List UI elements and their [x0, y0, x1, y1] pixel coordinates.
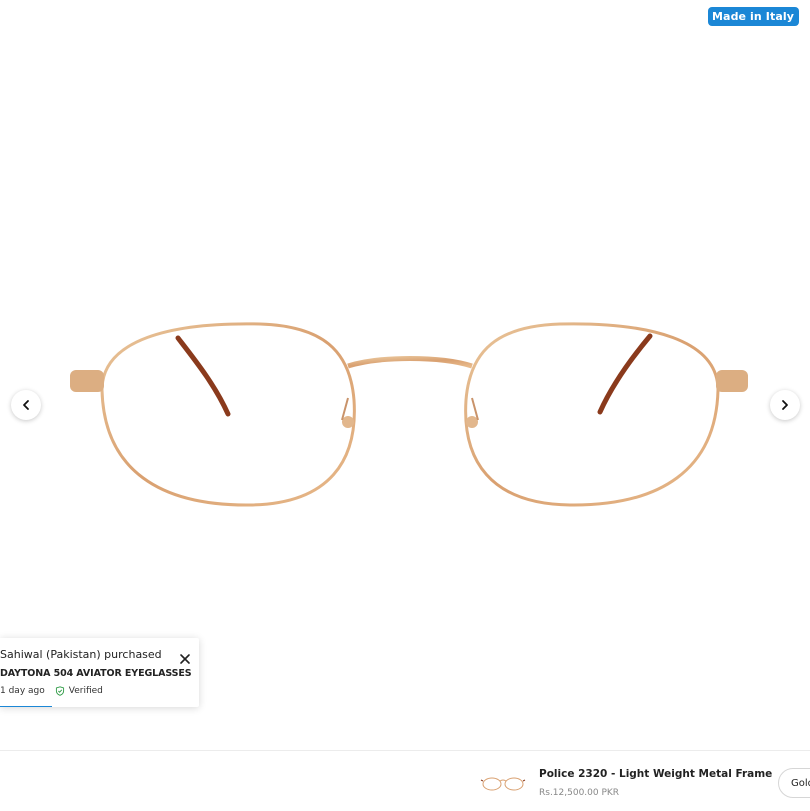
chevron-right-icon: [782, 400, 788, 410]
chevron-left-icon: [23, 400, 29, 410]
sticky-product-title: Police 2320 - Light Weight Metal Frame: [539, 768, 773, 780]
verified-label: Verified: [68, 686, 103, 696]
variant-select[interactable]: Gold: [778, 768, 810, 798]
sticky-add-to-cart-bar: Police 2320 - Light Weight Metal Frame R…: [0, 750, 810, 811]
next-image-button[interactable]: [770, 390, 800, 420]
purchase-location: Sahiwal (Pakistan) purchased: [0, 648, 162, 661]
recent-purchase-popup[interactable]: Sahiwal (Pakistan) purchased DAYTONA 504…: [0, 638, 199, 707]
previous-image-button[interactable]: [11, 390, 41, 420]
close-icon[interactable]: [179, 653, 191, 665]
product-image: [70, 322, 748, 507]
popup-progress-bar: [0, 706, 52, 707]
sticky-product-price: Rs.12,500.00 PKR: [539, 788, 620, 798]
shield-check-icon: [55, 686, 64, 696]
variant-selected-value: Gold: [791, 777, 810, 789]
purchased-product-name[interactable]: DAYTONA 504 AVIATOR EYEGLASSES: [0, 668, 192, 679]
product-thumbnail[interactable]: [480, 775, 526, 793]
verified-badge: Verified: [55, 686, 103, 696]
made-in-italy-badge: Made in Italy: [708, 7, 799, 26]
purchase-time: 1 day ago: [0, 686, 45, 696]
purchase-meta: 1 day ago Verified: [0, 686, 103, 696]
